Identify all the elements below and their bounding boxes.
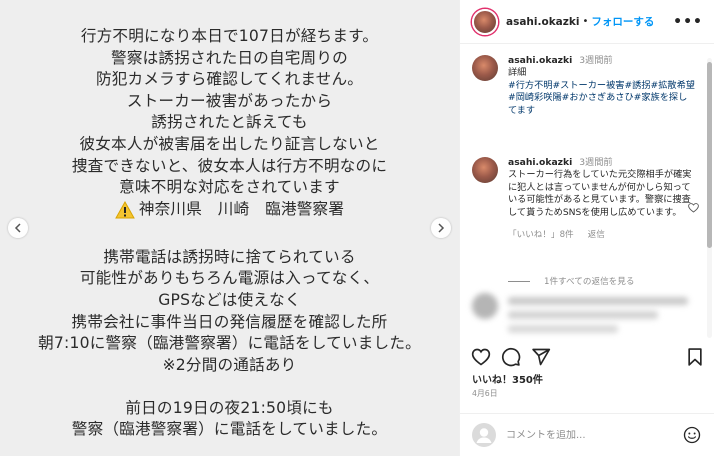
post-text-line: 可能性がありもちろん電源は入ってなく、 xyxy=(79,269,380,288)
add-comment-bar xyxy=(460,413,714,456)
post-side-panel: asahi.okazki • フォローする ••• asahi.okazki 3… xyxy=(459,0,714,456)
post-text-gap xyxy=(0,376,459,398)
list-item: asahi.okazki 3週間前 ストーカー行為をしていた元交際相手が確実に犯… xyxy=(472,157,696,241)
post-text-line: 防犯カメラすら確認してくれません。 xyxy=(95,70,364,89)
warning-icon xyxy=(114,200,135,219)
post-text-line: ※2分間の通話あり xyxy=(162,355,297,374)
post-text-line: 警察は誘拐された日の自宅周りの xyxy=(111,48,348,67)
comment-text: ストーカー行為をしていた元交際相手が確実に犯人とは言っていませんが何かしら知って… xyxy=(508,169,692,218)
caption-comment: asahi.okazki 3週間前 詳細 #行方不明#ストーカー被害#誘拐#拡散… xyxy=(472,55,696,117)
next-image-button[interactable] xyxy=(431,218,451,238)
share-icon[interactable] xyxy=(531,347,551,367)
comment-username[interactable]: asahi.okazki xyxy=(508,55,572,66)
post-text-gap xyxy=(0,225,459,247)
avatar[interactable] xyxy=(472,55,498,81)
post-text-line: 誘拐されたと訴えても xyxy=(151,113,308,132)
post-text-line: 意味不明な対応をされています xyxy=(119,178,340,197)
comment-body: asahi.okazki 3週間前 詳細 #行方不明#ストーカー被害#誘拐#拡散… xyxy=(508,55,696,117)
emoji-icon[interactable] xyxy=(683,426,701,444)
post-text-line: GPSなどは使えなく xyxy=(158,290,301,309)
separator-dot: • xyxy=(582,16,589,27)
comment-body: asahi.okazki 3週間前 ストーカー行為をしていた元交際相手が確実に犯… xyxy=(508,157,696,241)
post-image: 行方不明になり本日で107日が経ちます。 警察は誘拐された日の自宅周りの 防犯カ… xyxy=(0,0,459,456)
post-text-line: 行方不明になり本日で107日が経ちます。 xyxy=(80,27,379,45)
comment-time[interactable]: 3週間前 xyxy=(579,157,612,168)
comment-username[interactable]: asahi.okazki xyxy=(508,157,572,168)
post-text-location: 神奈川県 川崎 臨港警察署 xyxy=(138,199,345,218)
avatar[interactable] xyxy=(472,157,498,183)
reply-button[interactable]: 返信 xyxy=(588,229,605,241)
previous-image-button[interactable] xyxy=(8,218,28,238)
chevron-left-icon xyxy=(14,223,21,233)
header-username[interactable]: asahi.okazki xyxy=(506,16,579,28)
avatar[interactable] xyxy=(472,8,498,35)
post-text-line: 携帯会社に事件当日の発信履歴を確認した所 xyxy=(71,312,388,331)
action-bar xyxy=(460,343,714,369)
post-image-text: 行方不明になり本日で107日が経ちます。 警察は誘拐された日の自宅周りの 防犯カ… xyxy=(0,26,459,441)
scrollbar-thumb[interactable] xyxy=(707,62,712,248)
post-text-line: ストーカー被害があったから xyxy=(126,91,333,110)
likes-count[interactable]: いいね！350件 xyxy=(472,371,543,386)
post-text-line: 捜査できないと、彼女本人は行方不明なのに xyxy=(71,156,388,175)
comment-icon[interactable] xyxy=(501,347,521,367)
post-text-line: 朝7:10に警察（臨港警察署）に電話をしていました。 xyxy=(38,334,421,353)
chevron-right-icon xyxy=(438,223,445,233)
comment-meta: 「いいね！」8件 返信 xyxy=(508,229,696,241)
post-text-line: 前日の19日の夜21:50頃にも xyxy=(125,398,334,417)
view-replies-label: 1件すべての返信を見る xyxy=(544,277,635,287)
follow-button[interactable]: フォローする xyxy=(591,14,654,29)
comment-likes[interactable]: 「いいね！」8件 xyxy=(508,229,574,241)
save-bookmark-icon[interactable] xyxy=(685,347,705,367)
comment-input[interactable] xyxy=(506,429,676,441)
post-text-line: 警察（臨港警察署）に電話をしていました。 xyxy=(71,420,388,439)
blurred-comment xyxy=(472,293,702,343)
replies-divider xyxy=(508,280,530,282)
view-replies-button[interactable]: 1件すべての返信を見る xyxy=(508,275,634,287)
like-heart-icon[interactable] xyxy=(471,347,491,367)
post-text-line: 携帯電話は誘拐時に捨てられている xyxy=(103,247,356,266)
more-icon[interactable]: ••• xyxy=(673,14,703,30)
heart-icon[interactable] xyxy=(688,203,699,213)
comment-text: 詳細 xyxy=(508,67,527,79)
post-text-line-warning: 神奈川県 川崎 臨港警察署 xyxy=(0,199,459,225)
user-avatar-icon xyxy=(472,423,496,447)
post-date[interactable]: 4月6日 xyxy=(472,388,498,399)
comments-list: asahi.okazki 3週間前 詳細 #行方不明#ストーカー被害#誘拐#拡散… xyxy=(460,45,714,343)
comment-time[interactable]: 3週間前 xyxy=(579,55,612,66)
comment-hashtags[interactable]: #行方不明#ストーカー被害#誘拐#拡散希望#岡崎彩咲陽#おかさぎあさひ#家族を探… xyxy=(508,80,696,117)
post-header: asahi.okazki • フォローする ••• xyxy=(460,0,714,44)
comments-scrollbar[interactable] xyxy=(707,58,712,338)
post-text-line: 彼女本人が被害届を出したり証言しないと xyxy=(79,134,380,153)
